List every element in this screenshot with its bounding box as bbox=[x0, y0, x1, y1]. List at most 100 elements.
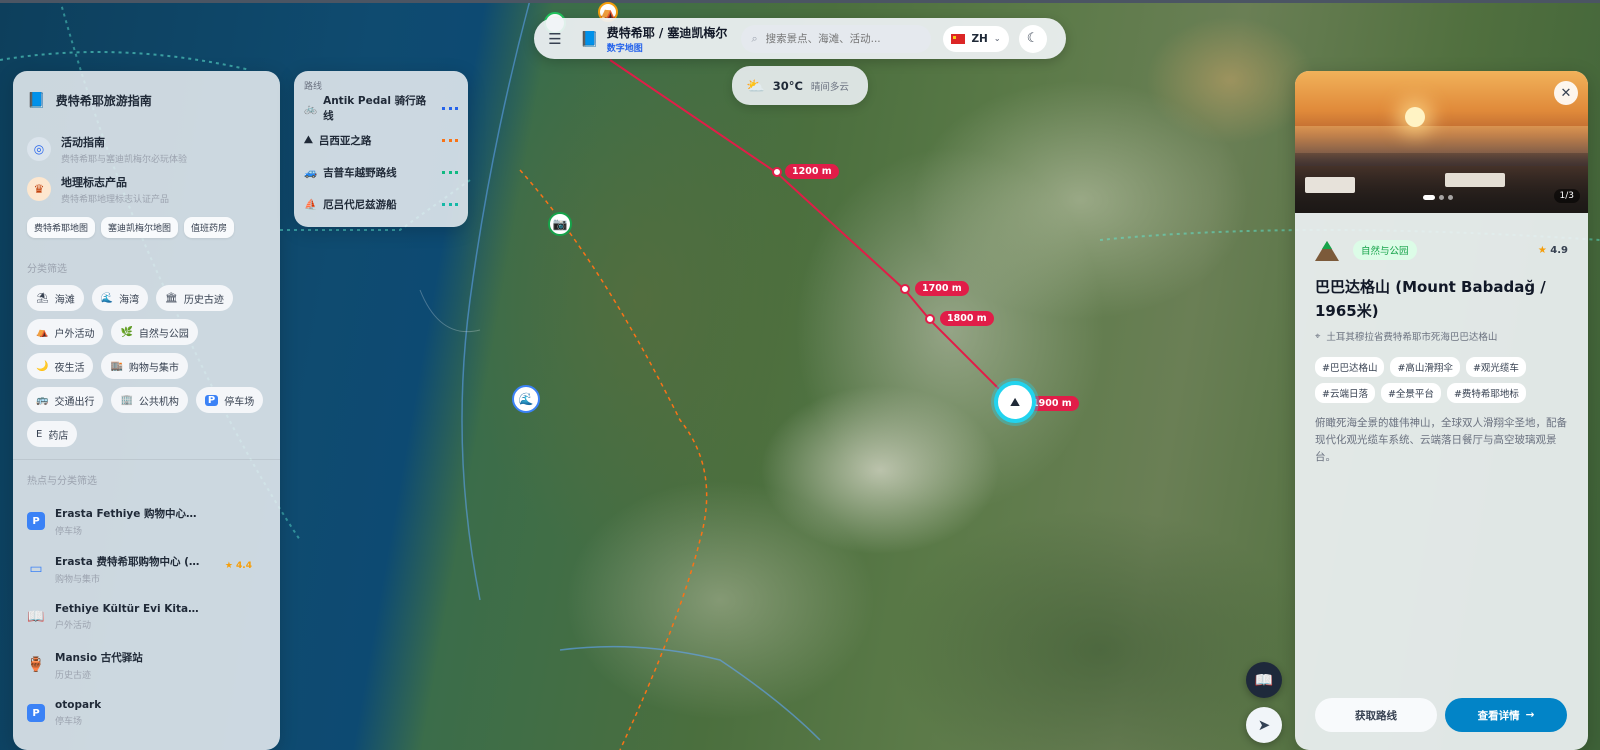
rating-value: 4.9 bbox=[1550, 244, 1568, 256]
list-item[interactable]: P Erasta Fethiye 购物中心停车场 停车场 bbox=[27, 497, 266, 545]
cable-car-line bbox=[609, 59, 1011, 401]
list-item[interactable]: ▭ Erasta 费特希耶购物中心 (E... 购物与集市 ★ 4.4 bbox=[27, 545, 266, 593]
pharmacy-link[interactable]: 值班药房 bbox=[184, 217, 235, 238]
nav-title: 活动指南 bbox=[61, 135, 105, 149]
close-icon: ✕ bbox=[1560, 85, 1572, 101]
route-boat[interactable]: ⛵ 厄吕代尼兹游船 bbox=[304, 188, 458, 220]
poi-description: 俯瞰死海全景的雄伟神山，全球双人滑翔伞圣地，配备现代化观光缆车系统、云端落日餐厅… bbox=[1315, 417, 1567, 463]
boat-icon: ⛵ bbox=[304, 198, 318, 211]
temple-icon: 🏛 bbox=[165, 292, 178, 304]
panel-header: 📘 费特希耶旅游指南 bbox=[27, 87, 266, 113]
poi-name: Erasta Fethiye 购物中心停车场 bbox=[55, 507, 205, 520]
star-icon: ★ bbox=[224, 561, 233, 571]
hiker-icon: ⛺ bbox=[600, 5, 616, 19]
category-parking[interactable]: P 停车场 bbox=[195, 387, 264, 413]
map-book-icon: 📘 bbox=[580, 29, 599, 48]
altitude-point[interactable] bbox=[772, 167, 782, 177]
category-transport[interactable]: 🚌 交通出行 bbox=[27, 387, 104, 413]
tag[interactable]: #全景平台 bbox=[1380, 383, 1441, 403]
language-selector[interactable]: ZH ⌄ bbox=[943, 25, 1009, 52]
poi-detail-card: ✕ 1/3 自然与公园 ★ 4.9 巴巴达格山 (Mount Babadağ /… bbox=[1295, 71, 1588, 750]
altitude-point[interactable] bbox=[925, 314, 935, 324]
category-label: 停车场 bbox=[224, 396, 255, 408]
wave-icon: 🌊 bbox=[518, 392, 534, 406]
fethiye-map-link[interactable]: 费特希耶地图 bbox=[27, 217, 96, 238]
poi-name: Erasta 费特希耶购物中心 (E... bbox=[55, 555, 205, 568]
poi-label: 热点与分类筛选 bbox=[27, 476, 97, 487]
compass-icon: ◎ bbox=[27, 137, 51, 161]
nav-geo-products[interactable]: ♛ 地理标志产品 费特希耶地理标志认证产品 bbox=[27, 169, 266, 209]
tag[interactable]: #巴巴达格山 bbox=[1315, 357, 1385, 377]
poi-marker[interactable]: 📷 bbox=[548, 212, 572, 236]
hiker-icon: ⛰ bbox=[304, 133, 313, 146]
category-outdoor[interactable]: ⛺ 户外活动 bbox=[27, 319, 104, 345]
navigation-arrow-icon: ➤ bbox=[1257, 716, 1271, 734]
photo-counter: 1/3 bbox=[1553, 189, 1580, 203]
photo-table bbox=[1445, 173, 1505, 187]
poi-marker[interactable]: 🌊 bbox=[512, 385, 540, 413]
poi-category: 购物与集市 bbox=[55, 574, 101, 585]
search-icon: ⌕ bbox=[751, 31, 758, 45]
route-lycian[interactable]: ⛰ 吕西亚之路 bbox=[304, 124, 458, 156]
category-label: 自然与公园 bbox=[138, 328, 189, 340]
category-badge: 自然与公园 bbox=[1353, 240, 1417, 260]
lycian-way-route bbox=[519, 169, 708, 750]
category-bay[interactable]: 🌊 海湾 bbox=[91, 285, 149, 311]
route-name: 厄吕代尼兹游船 bbox=[323, 198, 397, 211]
tag[interactable]: #费特希耶地标 bbox=[1446, 383, 1526, 403]
route-bike[interactable]: 🚲 Antik Pedal 骑行路线 bbox=[304, 92, 458, 124]
tag[interactable]: #观光缆车 bbox=[1465, 357, 1526, 377]
selected-poi-marker[interactable]: ⛰ bbox=[994, 381, 1036, 423]
tag[interactable]: #高山滑翔伞 bbox=[1390, 357, 1460, 377]
guide-book-button[interactable]: 📖 bbox=[1246, 662, 1282, 698]
category-shopping[interactable]: 🏬 购物与集市 bbox=[101, 353, 188, 379]
seydikemer-map-link[interactable]: 塞迪凯梅尔地图 bbox=[101, 217, 179, 238]
location-text: 土耳其穆拉省费特希耶市死海巴巴达格山 bbox=[1326, 332, 1498, 343]
route-name: 吕西亚之路 bbox=[318, 134, 372, 147]
view-details-button[interactable]: 查看详情 → bbox=[1445, 698, 1567, 732]
book-icon: 📖 bbox=[27, 609, 45, 625]
mountain-icon bbox=[1315, 239, 1339, 261]
search-box[interactable]: ⌕ bbox=[741, 24, 932, 53]
altitude-point[interactable] bbox=[900, 284, 910, 294]
parking-icon: P bbox=[204, 394, 219, 406]
location-pin-icon: ⌖ bbox=[1315, 330, 1321, 342]
altitude-label: 1700 m bbox=[915, 281, 969, 296]
list-item[interactable]: 🏺 Mansio 古代驿站 历史古迹 bbox=[27, 641, 266, 689]
china-flag-icon bbox=[951, 33, 966, 44]
category-label: 历史古迹 bbox=[183, 294, 224, 306]
category-public[interactable]: 🏢 公共机构 bbox=[111, 387, 188, 413]
category-filters: ⛱ 海滩 🌊 海湾 🏛 历史古迹 ⛺ 户外活动 🌿 自然与公园 🌙 夜生活 🏬 购物与集市 🚌… bbox=[27, 285, 267, 447]
category-nature[interactable]: 🌿 自然与公园 bbox=[111, 319, 198, 345]
boundary-line bbox=[0, 51, 251, 71]
list-item[interactable]: 📖 Fethiye Kültür Evi Kitap Müzesi 户外活动 bbox=[27, 593, 266, 641]
category-pharmacy[interactable]: E 药店 bbox=[27, 421, 78, 447]
app-subtitle: 数字地图 bbox=[606, 43, 643, 54]
poi-photo[interactable]: ✕ 1/3 bbox=[1295, 71, 1588, 213]
nav-activity-guide[interactable]: ◎ 活动指南 费特希耶与塞迪凯梅尔必玩体验 bbox=[27, 129, 266, 169]
category-label: 购物与集市 bbox=[128, 362, 179, 374]
poi-rating: ★ 4.4 bbox=[225, 561, 252, 571]
parking-icon: P bbox=[27, 512, 45, 530]
photo-sun bbox=[1405, 107, 1425, 127]
umbrella-icon: ⛱ bbox=[36, 292, 49, 304]
list-item[interactable]: P otopark 停车场 bbox=[27, 689, 266, 737]
category-label: 药店 bbox=[48, 430, 69, 442]
locate-button[interactable]: ➤ bbox=[1246, 707, 1282, 743]
weather-temp: 30°C bbox=[772, 78, 803, 93]
poi-list: P Erasta Fethiye 购物中心停车场 停车场 ▭ Erasta 费特希… bbox=[27, 497, 266, 737]
poi-name: Fethiye Kültür Evi Kitap Müzesi bbox=[55, 603, 205, 615]
menu-icon[interactable]: ☰ bbox=[544, 30, 566, 48]
get-directions-button[interactable]: 获取路线 bbox=[1315, 698, 1437, 732]
close-button[interactable]: ✕ bbox=[1554, 81, 1578, 105]
chevron-down-icon: ⌄ bbox=[993, 34, 1001, 43]
category-nightlife[interactable]: 🌙 夜生活 bbox=[27, 353, 94, 379]
route-jeep[interactable]: 🚙 吉普车越野路线 bbox=[304, 156, 458, 188]
category-beach[interactable]: ⛱ 海滩 bbox=[27, 285, 84, 311]
photo-pager[interactable] bbox=[1423, 195, 1453, 200]
building-icon: 🏢 bbox=[120, 394, 133, 406]
category-history[interactable]: 🏛 历史古迹 bbox=[156, 285, 233, 311]
search-input[interactable] bbox=[765, 32, 906, 45]
tag[interactable]: #云端日落 bbox=[1315, 383, 1375, 403]
dark-mode-toggle[interactable]: ☾ bbox=[1018, 24, 1047, 53]
